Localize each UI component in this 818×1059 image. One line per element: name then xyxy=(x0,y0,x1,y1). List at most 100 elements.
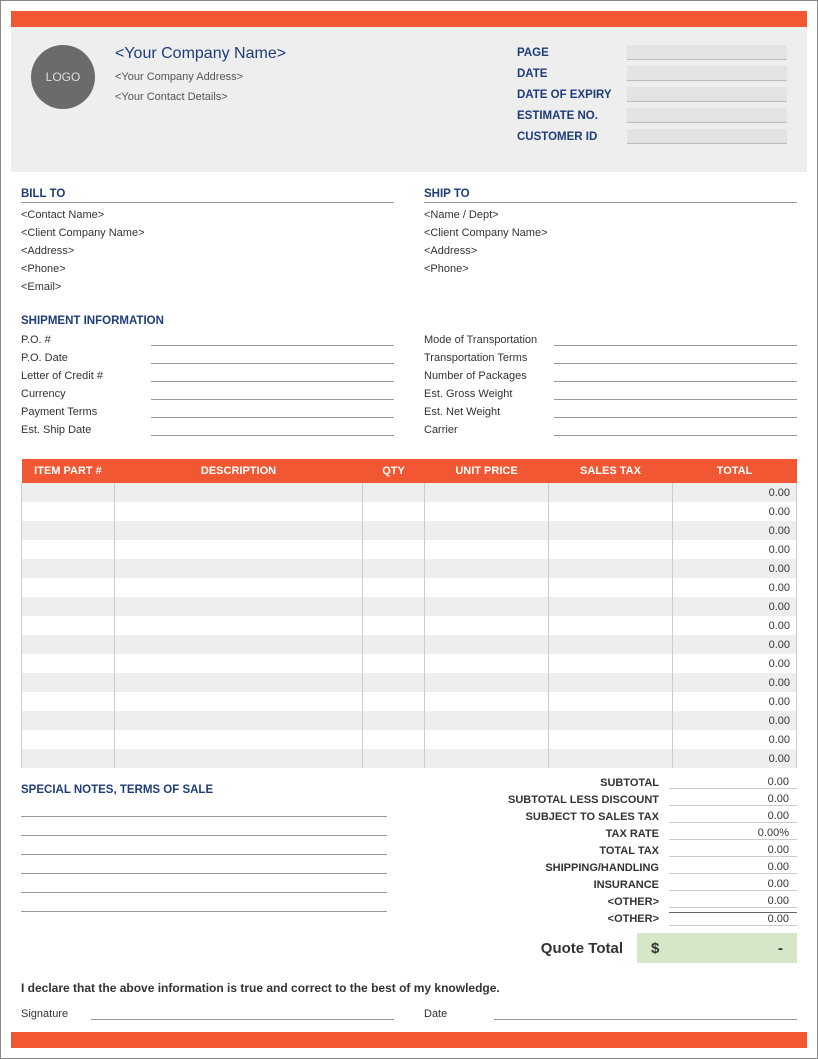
item-cell[interactable] xyxy=(115,692,363,711)
item-cell[interactable] xyxy=(425,654,549,673)
item-cell[interactable] xyxy=(363,616,425,635)
item-cell[interactable] xyxy=(425,483,549,502)
item-cell[interactable] xyxy=(22,521,115,540)
item-cell[interactable] xyxy=(115,654,363,673)
item-cell[interactable] xyxy=(425,749,549,768)
ship-info-input[interactable] xyxy=(151,333,394,346)
item-cell[interactable] xyxy=(22,635,115,654)
item-cell[interactable] xyxy=(22,711,115,730)
ship-info-input[interactable] xyxy=(554,333,797,346)
note-line[interactable] xyxy=(21,802,387,817)
item-cell[interactable] xyxy=(425,711,549,730)
item-cell[interactable] xyxy=(363,559,425,578)
item-cell[interactable]: 0.00 xyxy=(673,597,797,616)
item-cell[interactable]: 0.00 xyxy=(673,540,797,559)
item-cell[interactable] xyxy=(22,616,115,635)
item-cell[interactable] xyxy=(115,730,363,749)
meta-input[interactable] xyxy=(627,108,787,123)
note-line[interactable] xyxy=(21,878,387,893)
item-cell[interactable] xyxy=(22,749,115,768)
company-address[interactable]: <Your Company Address> xyxy=(115,71,497,83)
item-cell[interactable] xyxy=(22,597,115,616)
item-cell[interactable] xyxy=(22,483,115,502)
item-cell[interactable] xyxy=(549,616,673,635)
item-cell[interactable]: 0.00 xyxy=(673,578,797,597)
item-cell[interactable]: 0.00 xyxy=(673,654,797,673)
item-cell[interactable] xyxy=(115,635,363,654)
item-cell[interactable] xyxy=(425,597,549,616)
item-cell[interactable]: 0.00 xyxy=(673,616,797,635)
ship-info-input[interactable] xyxy=(554,423,797,436)
item-cell[interactable] xyxy=(22,559,115,578)
item-cell[interactable]: 0.00 xyxy=(673,749,797,768)
item-cell[interactable]: 0.00 xyxy=(673,673,797,692)
item-cell[interactable] xyxy=(115,559,363,578)
meta-input[interactable] xyxy=(627,87,787,102)
item-cell[interactable] xyxy=(115,673,363,692)
bill-to-line[interactable]: <Email> xyxy=(21,281,394,293)
item-cell[interactable] xyxy=(22,730,115,749)
item-cell[interactable] xyxy=(22,578,115,597)
item-cell[interactable] xyxy=(363,673,425,692)
ship-info-input[interactable] xyxy=(554,387,797,400)
item-cell[interactable] xyxy=(425,540,549,559)
ship-info-input[interactable] xyxy=(554,369,797,382)
note-line[interactable] xyxy=(21,859,387,874)
item-cell[interactable] xyxy=(22,692,115,711)
item-cell[interactable] xyxy=(22,540,115,559)
item-cell[interactable] xyxy=(425,578,549,597)
item-cell[interactable] xyxy=(549,521,673,540)
meta-input[interactable] xyxy=(627,45,787,60)
date-field[interactable]: Date xyxy=(424,1005,797,1020)
item-cell[interactable] xyxy=(549,749,673,768)
item-cell[interactable]: 0.00 xyxy=(673,559,797,578)
item-cell[interactable] xyxy=(363,597,425,616)
item-cell[interactable] xyxy=(115,521,363,540)
item-cell[interactable] xyxy=(549,483,673,502)
item-cell[interactable] xyxy=(115,597,363,616)
item-cell[interactable] xyxy=(549,711,673,730)
bill-to-line[interactable]: <Contact Name> xyxy=(21,209,394,221)
item-cell[interactable] xyxy=(363,749,425,768)
item-cell[interactable]: 0.00 xyxy=(673,483,797,502)
item-cell[interactable] xyxy=(363,521,425,540)
item-cell[interactable] xyxy=(549,578,673,597)
item-cell[interactable] xyxy=(549,559,673,578)
item-cell[interactable] xyxy=(425,616,549,635)
item-cell[interactable] xyxy=(115,483,363,502)
item-cell[interactable] xyxy=(115,711,363,730)
item-cell[interactable] xyxy=(549,502,673,521)
ship-info-input[interactable] xyxy=(554,405,797,418)
item-cell[interactable] xyxy=(425,635,549,654)
item-cell[interactable] xyxy=(363,635,425,654)
item-cell[interactable] xyxy=(549,635,673,654)
item-cell[interactable] xyxy=(115,540,363,559)
item-cell[interactable]: 0.00 xyxy=(673,521,797,540)
item-cell[interactable] xyxy=(549,540,673,559)
item-cell[interactable] xyxy=(115,616,363,635)
ship-info-input[interactable] xyxy=(151,405,394,418)
item-cell[interactable] xyxy=(363,711,425,730)
item-cell[interactable]: 0.00 xyxy=(673,711,797,730)
meta-input[interactable] xyxy=(627,129,787,144)
signature-field[interactable]: Signature xyxy=(21,1005,394,1020)
item-cell[interactable] xyxy=(22,673,115,692)
item-cell[interactable] xyxy=(363,540,425,559)
ship-to-line[interactable]: <Client Company Name> xyxy=(424,227,797,239)
note-line[interactable] xyxy=(21,840,387,855)
item-cell[interactable] xyxy=(115,749,363,768)
item-cell[interactable]: 0.00 xyxy=(673,502,797,521)
item-cell[interactable] xyxy=(425,521,549,540)
note-line[interactable] xyxy=(21,897,387,912)
item-cell[interactable] xyxy=(22,502,115,521)
item-cell[interactable] xyxy=(115,502,363,521)
item-cell[interactable] xyxy=(549,597,673,616)
item-cell[interactable] xyxy=(425,559,549,578)
item-cell[interactable] xyxy=(549,673,673,692)
bill-to-line[interactable]: <Phone> xyxy=(21,263,394,275)
item-cell[interactable]: 0.00 xyxy=(673,635,797,654)
ship-to-line[interactable]: <Phone> xyxy=(424,263,797,275)
item-cell[interactable] xyxy=(363,730,425,749)
item-cell[interactable] xyxy=(549,730,673,749)
ship-info-input[interactable] xyxy=(151,351,394,364)
